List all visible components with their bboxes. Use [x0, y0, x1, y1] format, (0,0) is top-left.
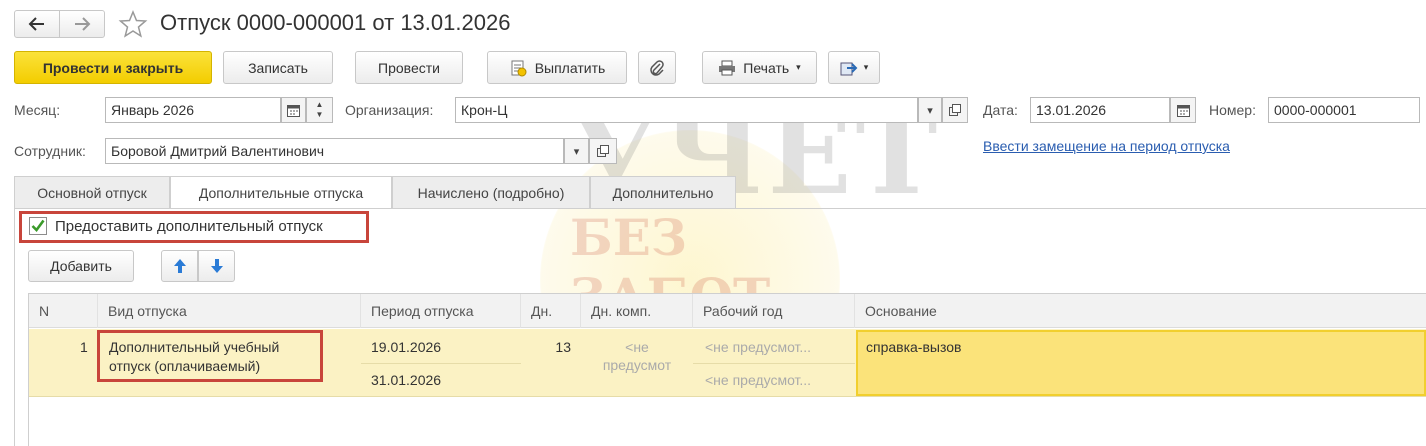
organization-open-button[interactable] [942, 97, 968, 123]
printer-icon [719, 60, 736, 75]
chevron-up-icon[interactable]: ▲ [316, 100, 324, 110]
employee-label: Сотрудник: [14, 143, 86, 159]
replacement-link[interactable]: Ввести замещение на период отпуска [983, 138, 1230, 154]
basis-value: справка-вызов [866, 339, 962, 355]
add-button[interactable]: Добавить [28, 250, 134, 282]
attach-button[interactable] [638, 51, 676, 84]
save-button[interactable]: Записать [223, 51, 333, 84]
favorite-button[interactable] [118, 9, 148, 39]
calendar-button[interactable] [281, 97, 306, 123]
calendar-icon [1176, 104, 1190, 117]
chevron-down-icon: ▾ [796, 62, 801, 72]
arrow-down-icon [210, 259, 223, 273]
employee-open-button[interactable] [589, 138, 617, 164]
tab-accrued-detail[interactable]: Начислено (подробно) [392, 176, 590, 208]
comp-days-line2: предусмот [602, 357, 672, 373]
chevron-down-icon: ▾ [573, 145, 580, 158]
arrow-right-icon [75, 17, 91, 31]
page-title: Отпуск 0000-000001 от 13.01.2026 [160, 10, 511, 35]
column-header-vacation-kind[interactable]: Вид отпуска [98, 294, 361, 328]
paperclip-icon [650, 59, 664, 76]
organization-field[interactable]: Крон-Ц [455, 97, 918, 123]
column-header-basis[interactable]: Основание [855, 294, 1426, 328]
print-button[interactable]: Печать ▾ [702, 51, 817, 84]
date-calendar-button[interactable] [1170, 97, 1196, 123]
calendar-icon [287, 104, 300, 117]
move-up-button[interactable] [161, 250, 198, 282]
highlight-frame-vacation-kind [97, 330, 323, 382]
back-button[interactable] [14, 10, 60, 38]
number-label: Номер: [1209, 102, 1256, 118]
column-header-days[interactable]: Дн. [521, 294, 581, 328]
work-year-from: <не предусмот... [705, 339, 812, 355]
arrow-up-icon [173, 259, 186, 273]
export-icon [840, 62, 858, 75]
tab-main-vacation[interactable]: Основной отпуск [14, 176, 170, 208]
export-button[interactable]: ▾ [828, 51, 880, 84]
organization-dropdown-button[interactable]: ▾ [918, 97, 942, 123]
days-value: 13 [555, 339, 571, 355]
forward-button[interactable] [59, 10, 105, 38]
document-pay-icon [511, 60, 527, 76]
column-header-n[interactable]: N [29, 294, 98, 328]
row-divider [693, 363, 855, 364]
month-field[interactable]: Январь 2026 [105, 97, 281, 123]
star-icon [118, 10, 148, 38]
open-form-icon [949, 104, 961, 116]
work-year-to: <не предусмот... [705, 372, 812, 388]
chevron-down-icon: ▾ [863, 62, 869, 72]
post-and-close-button[interactable]: Провести и закрыть [14, 51, 212, 84]
employee-dropdown-button[interactable]: ▾ [564, 138, 589, 164]
tab-additional[interactable]: Дополнительно [590, 176, 736, 208]
column-header-work-year[interactable]: Рабочий год [693, 294, 855, 328]
column-header-period[interactable]: Период отпуска [361, 294, 521, 328]
chevron-down-icon: ▾ [927, 104, 933, 117]
highlight-frame-checkbox [19, 211, 369, 243]
move-down-button[interactable] [198, 250, 235, 282]
row-number: 1 [80, 339, 88, 355]
period-from: 19.01.2026 [371, 339, 442, 355]
arrow-left-icon [28, 17, 44, 31]
column-header-comp-days[interactable]: Дн. комп. [581, 294, 693, 328]
month-label: Месяц: [14, 102, 61, 118]
open-form-icon [597, 145, 609, 157]
post-button[interactable]: Провести [355, 51, 463, 84]
row-divider [361, 363, 521, 364]
period-to: 31.01.2026 [371, 372, 442, 388]
employee-field[interactable]: Боровой Дмитрий Валентинович [105, 138, 564, 164]
print-label: Печать [743, 59, 790, 76]
number-field[interactable]: 0000-000001 [1268, 97, 1420, 123]
tab-additional-vacations[interactable]: Дополнительные отпуска [170, 176, 392, 209]
pay-label: Выплатить [534, 59, 606, 76]
date-field[interactable]: 13.01.2026 [1030, 97, 1170, 123]
date-label: Дата: [983, 102, 1018, 118]
chevron-down-icon[interactable]: ▼ [316, 110, 324, 120]
pay-button[interactable]: Выплатить [487, 51, 627, 84]
month-stepper[interactable]: ▲ ▼ [306, 97, 333, 123]
organization-label: Организация: [345, 102, 434, 118]
comp-days-line1: <не [625, 339, 649, 355]
